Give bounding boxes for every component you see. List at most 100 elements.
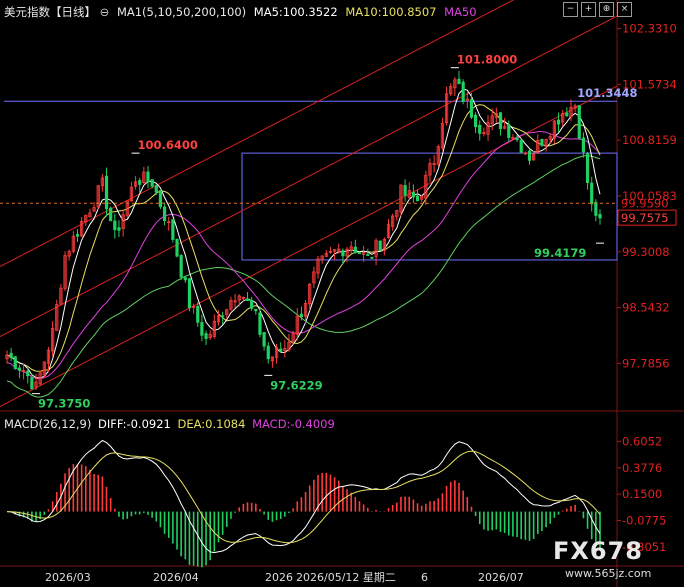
candle-body [266,345,270,360]
crosshair-icon[interactable]: ⊕ [599,2,614,17]
candle-body [519,140,523,153]
candle-body [17,367,22,371]
candle-body [594,201,598,216]
candles-layer [5,70,602,391]
candle-body [540,138,544,146]
macd-layer [6,439,601,568]
candle-body [507,124,511,138]
ma-layer [6,88,601,398]
candle-body [175,238,179,257]
candle-body [581,137,586,153]
candle-body [113,220,117,231]
chart-header: 美元指数【日线】 ⊖ MA1(5,10,50,200,100) MA5:100.… [4,5,477,19]
candle-body [75,233,80,237]
candle-body [262,332,266,347]
candle-body [9,352,13,359]
candle-body [577,105,581,139]
candle-body [585,153,590,184]
candle-body [457,78,461,85]
symbol-name: 美元指数 [4,5,50,19]
candle-body [200,322,204,336]
price-tick-label: 98.5432 [622,301,670,315]
candle-body [162,206,167,222]
ma5-line [6,88,601,379]
ma50-label: MA50 [444,5,477,19]
watermark-url: www.565jz.com [565,567,652,580]
price-tick-label: 97.7856 [622,356,670,370]
price-tick-label: 102.3310 [622,22,677,36]
candle-body [258,312,262,335]
candle-body [478,124,482,134]
candle-body [196,305,200,323]
macd-header: MACD(26,12,9) DIFF:-0.0921 DEA:0.1084 MA… [4,417,335,431]
annotation-label: 97.3750 [38,397,90,411]
price-chart: 102.3310101.5734100.8159100.058399.30089… [0,0,684,587]
annotation-label: 101.3448 [577,86,637,100]
time-axis-label: 2026/05/12 星期二 [296,571,396,584]
ma10-value: MA10:100.8507 [345,5,437,19]
candle-body [403,185,407,196]
candle-body [461,81,465,102]
candle-body [26,370,30,377]
annotation-label: 100.6400 [138,138,198,152]
price-tick-label: 100.8159 [622,133,677,147]
macd-tick-label: -0.0775 [622,514,666,528]
macd-title: MACD(26,12,9) [4,417,92,431]
candle-body [469,99,474,118]
candle-body [109,207,113,222]
macd-diff: DIFF:-0.0921 [98,417,171,431]
candle-body [279,348,283,352]
time-axis-label: 2026/04 [153,571,199,584]
macd-tick-label: 0.1500 [622,487,662,501]
macd-tick-label: 0.6052 [622,434,662,448]
candle-body [171,219,175,240]
candle-body [250,299,254,309]
candle-body [254,308,258,312]
candle-body [357,252,362,255]
candle-body [353,246,357,254]
candle-body [204,333,208,339]
candle-body [341,250,345,257]
candle-body [515,137,519,141]
candle-body [146,171,150,183]
candle-body [138,180,142,185]
candle-body [117,227,121,231]
time-axis-label: 2026/07 [478,571,524,584]
ma50-line [6,131,601,380]
candle-body [411,191,415,198]
last-price-label: 99.7575 [621,211,669,225]
candle-body [370,256,374,259]
candle-body [473,114,478,128]
macd-value: MACD:-0.4009 [252,417,335,431]
candle-body [245,298,250,301]
candle-body [179,255,183,278]
ma-title: MA1(5,10,50,200,100) [116,5,247,19]
candle-body [150,179,154,187]
watermark-brand: FX678 [553,537,643,565]
ma10-line [6,104,601,372]
candle-body [378,240,382,252]
plus-icon[interactable]: + [581,2,596,17]
candle-body [183,277,187,281]
candle-body [13,356,17,369]
candle-body [590,182,594,205]
close-icon[interactable]: × [617,2,632,17]
annotation-label: 101.8000 [457,53,517,67]
candle-body [299,313,304,318]
minus-icon[interactable]: − [563,2,578,17]
candle-body [565,112,569,117]
candle-body [415,195,420,202]
ma5-value: MA5:100.3522 [253,5,338,19]
time-axis-label: 2026 [265,571,293,584]
candle-body [104,175,109,210]
candle-body [187,278,192,309]
annotation-label: 99.4179 [534,246,586,260]
candle-body [598,213,602,219]
period-label[interactable]: 【日线】 [50,5,96,19]
zoom-icon[interactable]: ⊖ [100,5,110,19]
candle-body [158,190,163,208]
candle-body [154,185,158,193]
channel-line [0,0,515,268]
price-tick-label: 99.3008 [622,245,670,259]
macd-dea: DEA:0.1084 [177,417,246,431]
